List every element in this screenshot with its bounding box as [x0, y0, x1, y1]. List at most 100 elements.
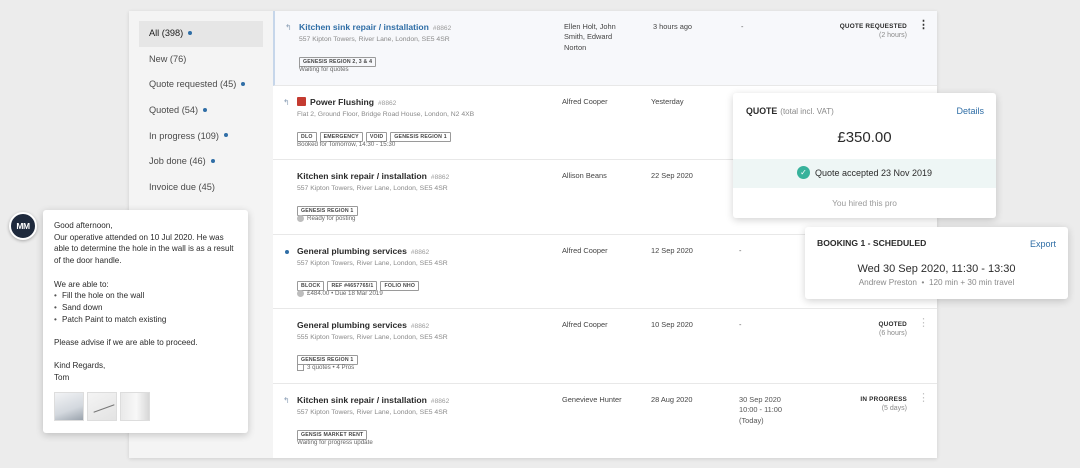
- job-title-text: Power Flushing: [310, 96, 374, 107]
- job-appointment: -: [739, 245, 742, 255]
- job-time: 3 hours ago: [653, 22, 693, 31]
- filter-label: In progress (109): [149, 130, 219, 141]
- quote-card: QUOTE (total incl. VAT) Details £350.00 ✓…: [733, 93, 996, 218]
- job-title-text: Kitchen sink repair / installation: [297, 171, 427, 182]
- unread-dot-icon: [223, 133, 228, 138]
- status-duration: (6 hours): [878, 330, 907, 338]
- job-title-text: General plumbing services: [297, 245, 407, 256]
- job-people: Alfred Cooper: [562, 320, 608, 330]
- job-people: Alfred Cooper: [562, 96, 608, 106]
- job-status: QUOTE REQUESTED (2 hours): [840, 23, 907, 39]
- filter-label: New (76): [149, 53, 187, 64]
- message-signature: Tom: [54, 373, 70, 383]
- list-item: Patch Paint to match existing: [54, 314, 237, 326]
- booking-header: BOOKING 1 - SCHEDULED: [817, 238, 927, 248]
- job-title[interactable]: Kitchen sink repair / installation #8862: [299, 22, 451, 32]
- quotes-icon: [297, 364, 304, 372]
- attachment-thumbnail[interactable]: [87, 392, 117, 421]
- job-id: #8862: [410, 323, 430, 331]
- job-row[interactable]: General plumbing services #8862 555 Kipto…: [273, 309, 937, 384]
- job-title-text: Kitchen sink repair / installation: [299, 22, 429, 32]
- job-address: 555 Kipton Towers, River Lane, London, S…: [297, 334, 448, 342]
- appointment-date: 30 Sep 2020: [739, 394, 781, 404]
- job-address: 557 Kipton Towers, River Lane, London, S…: [297, 259, 448, 267]
- job-address: 557 Kipton Towers, River Lane, London, S…: [299, 36, 450, 43]
- job-footer-text: 3 quotes • 4 Pros: [307, 364, 355, 372]
- job-title[interactable]: General plumbing services #8862: [297, 246, 429, 256]
- status-duration: (5 days): [881, 404, 907, 412]
- message-list-intro: We are able to:: [54, 279, 109, 289]
- job-status: QUOTED (6 hours): [878, 321, 907, 337]
- job-people: Allison Beans: [562, 171, 607, 181]
- filter-job-done[interactable]: Job done (46): [139, 149, 263, 175]
- job-status: IN PROGRESS (5 days): [860, 396, 907, 412]
- job-appointment: -: [739, 320, 742, 330]
- job-title[interactable]: General plumbing services #8862: [297, 320, 429, 330]
- avatar: MM: [9, 212, 37, 240]
- booking-export-link[interactable]: Export: [1030, 239, 1056, 249]
- filter-label: Invoice due (45): [149, 182, 215, 193]
- unread-dot-icon: [241, 81, 246, 86]
- reply-icon: ↰: [283, 97, 290, 107]
- more-options-icon[interactable]: ⋮: [918, 318, 929, 329]
- job-row[interactable]: ↰ Kitchen sink repair / installation #886…: [273, 384, 937, 458]
- filter-in-progress[interactable]: In progress (109): [139, 124, 263, 150]
- message-greeting: Good afternoon,: [54, 221, 113, 230]
- attachment-thumbnail[interactable]: [120, 392, 150, 421]
- more-options-icon[interactable]: ⋮: [918, 20, 929, 31]
- urgent-flag-icon: [297, 96, 306, 106]
- job-people: Ellen Holt, John Smith, Edward Norton: [564, 22, 616, 52]
- job-title-text: General plumbing services: [297, 320, 407, 331]
- job-time: 22 Sep 2020: [651, 171, 693, 181]
- job-address: 557 Kipton Towers, River Lane, London, S…: [297, 408, 448, 416]
- filter-quoted[interactable]: Quoted (54): [139, 98, 263, 124]
- job-title[interactable]: Power Flushing #8862: [297, 97, 396, 107]
- money-icon: [297, 289, 304, 297]
- job-title[interactable]: Kitchen sink repair / installation #8862: [297, 395, 449, 405]
- job-appointment: 30 Sep 2020 10:00 - 11:00 (Today): [739, 395, 809, 426]
- filter-label: Quote requested (45): [149, 79, 237, 90]
- status-label: IN PROGRESS: [860, 395, 907, 403]
- clock-icon: [297, 215, 304, 223]
- filter-new[interactable]: New (76): [139, 47, 263, 73]
- job-title[interactable]: Kitchen sink repair / installation #8862: [297, 171, 449, 181]
- appointment-note: (Today): [739, 415, 764, 425]
- unread-dot-icon: [188, 30, 193, 35]
- more-options-icon[interactable]: ⋮: [918, 392, 929, 403]
- unread-dot-icon: [203, 107, 208, 112]
- reply-icon: ↰: [285, 23, 292, 32]
- booking-duration: 120 min + 30 min travel: [928, 278, 1015, 287]
- filter-invoice-due[interactable]: Invoice due (45): [139, 175, 263, 201]
- job-footer: Waiting for quotes: [299, 66, 349, 73]
- unread-dot-icon: [285, 249, 289, 254]
- quote-amount: £350.00: [837, 129, 892, 146]
- booking-card: BOOKING 1 - SCHEDULED Export Wed 30 Sep …: [805, 227, 1068, 299]
- job-time: 12 Sep 2020: [651, 245, 693, 255]
- message-signoff: Kind Regards,: [54, 361, 106, 371]
- job-footer: 3 quotes • 4 Pros: [297, 364, 355, 372]
- job-people: Alfred Cooper: [562, 245, 608, 255]
- message-body: Our operative attended on 10 Jul 2020. H…: [54, 232, 234, 266]
- reply-icon: ↰: [283, 395, 290, 405]
- attachment-thumbnail[interactable]: [54, 392, 84, 421]
- filter-all[interactable]: All (398): [139, 21, 263, 47]
- job-time: 10 Sep 2020: [651, 320, 693, 330]
- job-time: Yesterday: [651, 96, 684, 106]
- quote-header: QUOTE (total incl. VAT): [746, 106, 834, 116]
- quote-details-link[interactable]: Details: [956, 106, 984, 116]
- filter-quote-requested[interactable]: Quote requested (45): [139, 72, 263, 98]
- list-item: Sand down: [54, 302, 237, 314]
- job-id: #8862: [430, 397, 450, 405]
- quote-sublabel: (total incl. VAT): [780, 107, 834, 116]
- job-id: #8862: [410, 248, 430, 256]
- job-row[interactable]: ↰ Kitchen sink repair / installation #886…: [273, 11, 937, 86]
- filter-label: All (398): [149, 28, 184, 38]
- checkmark-icon: ✓: [796, 166, 810, 180]
- unread-dot-icon: [210, 159, 215, 163]
- job-footer: Ready for posting: [297, 215, 356, 222]
- status-duration: (2 hours): [878, 32, 907, 39]
- booking-pro: Andrew Preston: [858, 278, 917, 287]
- job-time: 28 Aug 2020: [651, 394, 693, 404]
- filter-label: Job done (46): [149, 156, 206, 167]
- quote-accepted-banner: ✓ Quote accepted 23 Nov 2019: [733, 159, 996, 188]
